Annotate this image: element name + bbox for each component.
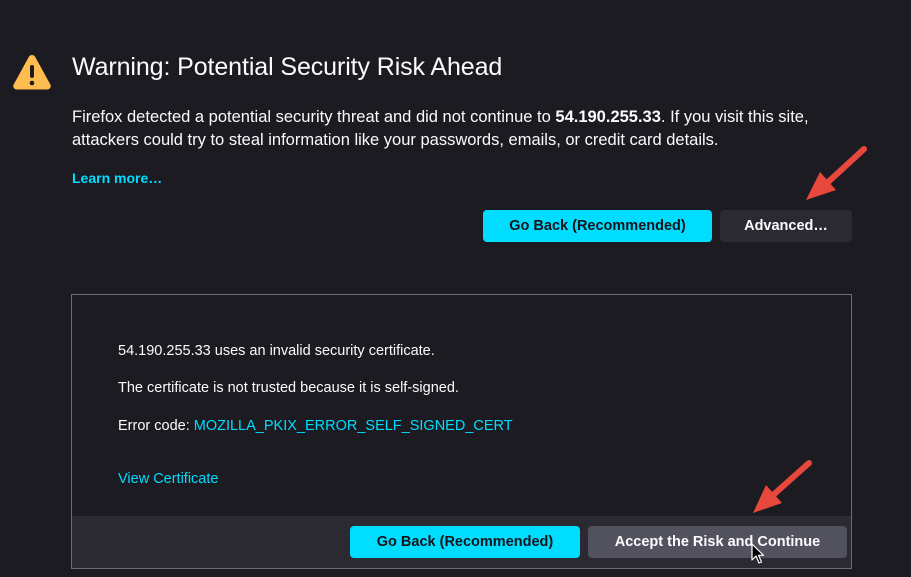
advanced-panel: 54.190.255.33 uses an invalid security c… — [71, 294, 852, 569]
warning-triangle-icon — [13, 55, 51, 90]
error-code-label: Error code: — [118, 418, 194, 434]
go-back-button-advanced[interactable]: Go Back (Recommended) — [350, 526, 580, 558]
page-title: Warning: Potential Security Risk Ahead — [72, 53, 503, 81]
error-code-line: Error code: MOZILLA_PKIX_ERROR_SELF_SIGN… — [118, 418, 513, 434]
accept-risk-button[interactable]: Accept the Risk and Continue — [588, 526, 847, 558]
host-name: 54.190.255.33 — [555, 108, 661, 126]
invalid-certificate-text: 54.190.255.33 uses an invalid security c… — [118, 343, 435, 359]
error-code-link[interactable]: MOZILLA_PKIX_ERROR_SELF_SIGNED_CERT — [194, 418, 513, 434]
advanced-button[interactable]: Advanced… — [720, 210, 852, 242]
go-back-button[interactable]: Go Back (Recommended) — [483, 210, 712, 242]
mouse-pointer-icon — [751, 543, 765, 564]
view-certificate-link[interactable]: View Certificate — [118, 471, 218, 487]
warning-description: Firefox detected a potential security th… — [72, 106, 862, 152]
description-text-pre: Firefox detected a potential security th… — [72, 108, 556, 126]
advanced-panel-footer: Go Back (Recommended) Accept the Risk an… — [72, 516, 851, 568]
learn-more-link[interactable]: Learn more… — [72, 170, 162, 186]
security-warning-page: Warning: Potential Security Risk Ahead F… — [0, 0, 911, 577]
self-signed-text: The certificate is not trusted because i… — [118, 380, 459, 396]
